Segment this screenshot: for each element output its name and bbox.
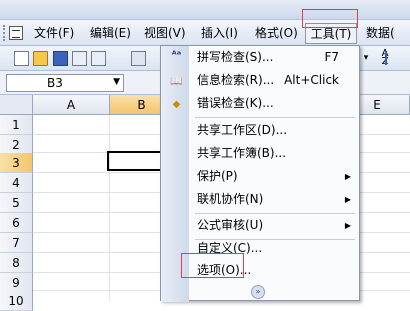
row-header-1[interactable]: 1: [0, 115, 33, 135]
submenu-arrow-icon: ▶: [344, 221, 351, 230]
highlight-box-tools: [302, 9, 358, 28]
menu-view[interactable]: 视图(V): [140, 24, 190, 43]
row-header-10[interactable]: 10: [0, 291, 33, 311]
column-header-a[interactable]: A: [33, 95, 110, 115]
menu-data[interactable]: 数据(: [362, 24, 399, 43]
row-header-4[interactable]: 4: [0, 173, 33, 193]
menu-item-label: 拼写检查(S)...: [197, 50, 274, 64]
row-header-8[interactable]: 8: [0, 253, 33, 273]
expand-menu-icon[interactable]: »: [251, 285, 265, 299]
select-all-corner[interactable]: [0, 95, 33, 115]
menu-item-error-check[interactable]: 错误检查(K)...: [189, 92, 359, 115]
submenu-arrow-icon: ▶: [344, 195, 351, 204]
menu-item-label: 保护(P): [197, 169, 238, 183]
menu-item-formula-auditing[interactable]: 公式审核(U) ▶: [189, 214, 359, 237]
name-box[interactable]: B3 ▼: [6, 74, 124, 92]
submenu-arrow-icon: ▶: [344, 172, 351, 181]
row-header-7[interactable]: 7: [0, 233, 33, 253]
print-icon[interactable]: [131, 51, 146, 66]
name-box-value: B3: [47, 76, 63, 90]
email-icon[interactable]: [91, 51, 106, 66]
menu-item-label: 公式审核(U): [197, 218, 264, 232]
row-header-9[interactable]: 9: [0, 273, 33, 293]
save-icon[interactable]: [53, 51, 68, 66]
sort-ascending-icon[interactable]: AZ: [374, 49, 396, 67]
menu-item-label: 信息检索(R)...: [197, 73, 275, 87]
menu-separator: [195, 117, 355, 118]
menu-item-research[interactable]: 信息检索(R)... Alt+Click: [189, 69, 359, 92]
open-folder-icon[interactable]: [33, 51, 48, 66]
menu-item-shortcut: F7: [324, 50, 339, 64]
menu-item-label: 联机协作(N): [197, 192, 264, 206]
row-header-6[interactable]: 6: [0, 213, 33, 233]
highlight-box-options: [181, 253, 244, 278]
menu-insert[interactable]: 插入(I): [197, 24, 242, 43]
menu-item-label: 共享工作簿(B)...: [197, 146, 287, 160]
row-header-3[interactable]: 3: [0, 153, 33, 173]
spelling-check-icon: ᴬᵃ: [171, 50, 182, 61]
row-header-2[interactable]: 2: [0, 135, 33, 155]
menu-item-shortcut: Alt+Click: [284, 73, 339, 87]
name-box-dropdown-icon[interactable]: ▼: [113, 77, 120, 87]
research-icon: 📖: [170, 76, 183, 87]
menu-item-label: 共享工作区(D)...: [197, 123, 288, 137]
row-header-5[interactable]: 5: [0, 193, 33, 213]
grid-line: [109, 115, 110, 301]
menu-item-protection[interactable]: 保护(P) ▶: [189, 165, 359, 188]
menu-format[interactable]: 格式(O): [251, 24, 302, 43]
new-document-icon[interactable]: [14, 51, 29, 66]
menubar-grip[interactable]: [3, 25, 6, 41]
menu-item-shared-workspace[interactable]: 共享工作区(D)...: [189, 119, 359, 142]
menu-item-spelling[interactable]: 拼写检查(S)... F7: [189, 46, 359, 69]
menu-file[interactable]: 文件(F): [30, 24, 78, 43]
workbook-icon[interactable]: [9, 26, 23, 40]
error-check-icon: ◆: [172, 99, 181, 110]
permission-icon[interactable]: [72, 51, 87, 66]
menu-item-shared-workbook[interactable]: 共享工作簿(B)...: [189, 142, 359, 165]
menu-edit[interactable]: 编辑(E): [86, 24, 135, 43]
menu-item-label: 错误检查(K)...: [197, 96, 274, 110]
toolbar-dropdown-icon[interactable]: ▾: [362, 52, 370, 64]
menu-item-online-collaboration[interactable]: 联机协作(N) ▶: [189, 188, 359, 211]
